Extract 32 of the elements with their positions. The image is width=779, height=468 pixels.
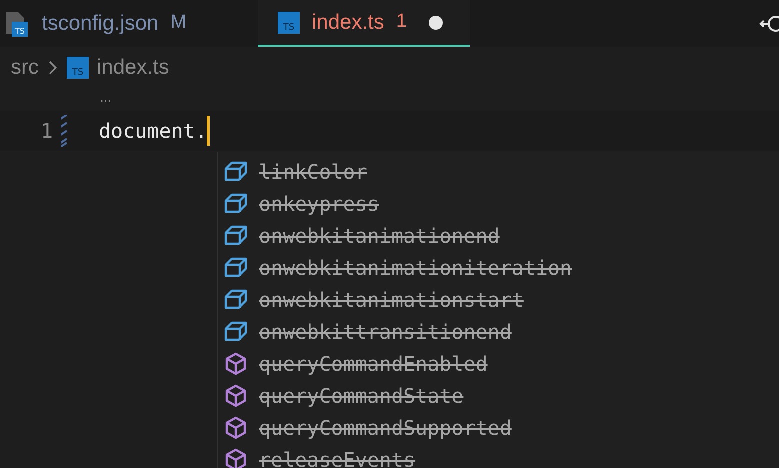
method-icon — [223, 448, 249, 468]
breadcrumb-file[interactable]: index.ts — [97, 52, 170, 84]
line-number: 1 — [40, 118, 53, 145]
code-line: document. — [99, 118, 208, 145]
editor-tab[interactable]: TS tsconfig.json M — [0, 0, 258, 47]
property-icon — [223, 160, 249, 184]
breadcrumb-folder[interactable]: src — [11, 52, 39, 84]
suggestion-item[interactable]: linkColor — [218, 156, 779, 188]
suggestion-item[interactable]: onwebkittransitionend — [218, 316, 779, 348]
text-cursor — [207, 116, 210, 146]
property-icon — [223, 224, 249, 248]
suggestion-item[interactable]: onwebkitanimationstart — [218, 284, 779, 316]
chevron-right-icon — [47, 59, 59, 77]
suggestion-item[interactable]: releaseEvents — [218, 444, 779, 468]
suggestion-item[interactable]: queryCommandSupported — [218, 412, 779, 444]
method-icon — [223, 416, 249, 440]
folded-lines-marker[interactable]: ... — [100, 89, 112, 105]
typescript-file-icon: TS — [67, 57, 89, 79]
property-icon — [223, 192, 249, 216]
editor-tab[interactable]: TS index.ts 1 — [258, 0, 470, 47]
property-icon — [223, 288, 249, 312]
property-icon — [223, 256, 249, 280]
suggestion-item[interactable]: queryCommandEnabled — [218, 348, 779, 380]
suggestion-item[interactable]: onwebkitanimationiteration — [218, 252, 779, 284]
modified-line-marker — [61, 115, 67, 147]
suggestion-item[interactable]: queryCommandState — [218, 380, 779, 412]
suggestion-item[interactable]: onwebkitanimationend — [218, 220, 779, 252]
property-icon — [223, 320, 249, 344]
typescript-file-icon: TS — [278, 12, 300, 34]
suggestion-item[interactable]: onkeypress — [218, 188, 779, 220]
method-icon — [223, 384, 249, 408]
method-icon — [223, 352, 249, 376]
